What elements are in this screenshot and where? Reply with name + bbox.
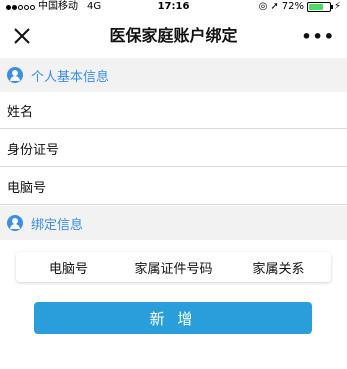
- name-field[interactable]: 姓名: [0, 92, 347, 129]
- binding-info-title: 绑定信息: [31, 217, 84, 233]
- more-icon[interactable]: •••: [301, 27, 335, 46]
- user-icon: [7, 215, 23, 231]
- id-number-label: 身份证号: [7, 142, 60, 158]
- status-right: ◎ ➚ 72% ⚡: [259, 0, 341, 14]
- user-icon: [7, 67, 23, 83]
- add-button[interactable]: 新 增: [34, 302, 312, 334]
- personal-info-title: 个人基本信息: [31, 69, 110, 85]
- computer-number-label: 电脑号: [7, 180, 47, 196]
- column-computer-number: 电脑号: [48, 261, 88, 277]
- computer-number-field[interactable]: 电脑号: [0, 168, 347, 205]
- location-icon: ➚: [270, 1, 279, 12]
- id-number-field[interactable]: 身份证号: [0, 130, 347, 167]
- personal-info-header: 个人基本信息: [0, 58, 347, 92]
- charging-icon: ⚡: [333, 1, 341, 12]
- binding-info-header: 绑定信息: [0, 206, 347, 240]
- column-family-id: 家属证件号码: [134, 261, 213, 277]
- navigation-bar: 医保家庭账户绑定 •••: [0, 14, 347, 58]
- name-label: 姓名: [7, 104, 34, 120]
- status-bar: 中国移动 4G 17:16 ◎ ➚ 72% ⚡: [0, 0, 347, 14]
- battery-percent: 72%: [281, 1, 304, 12]
- battery-icon: [306, 2, 333, 12]
- column-relationship: 家属关系: [252, 261, 305, 277]
- alarm-icon: ◎: [258, 1, 268, 12]
- binding-table-header: 电脑号 家属证件号码 家属关系: [16, 252, 331, 282]
- page-title: 医保家庭账户绑定: [109, 26, 238, 45]
